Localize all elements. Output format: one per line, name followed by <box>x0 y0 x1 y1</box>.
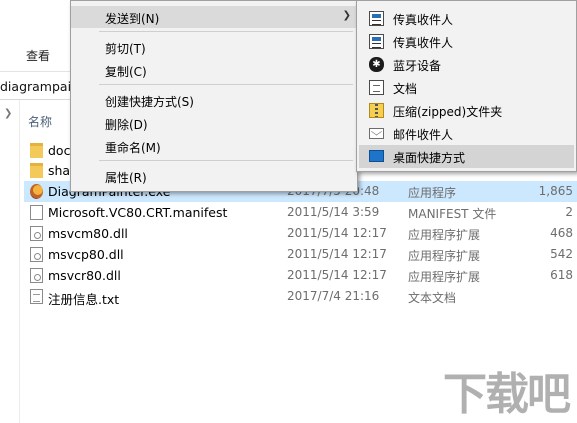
submenu-item-fax-recipient[interactable]: 传真收件人 <box>359 7 574 30</box>
watermark-logo: 下载吧 <box>443 369 571 420</box>
submenu-item-label: 桌面快捷方式 <box>393 151 466 165</box>
file-size: 2 <box>565 205 573 219</box>
file-name: doc <box>48 143 71 158</box>
submenu-item-label: 蓝牙设备 <box>393 59 442 73</box>
submenu-item-label: 传真收件人 <box>393 13 454 27</box>
submenu-item-bluetooth[interactable]: ✱ 蓝牙设备 <box>359 53 574 76</box>
menu-item-send-to[interactable]: 发送到(N) ❯ <box>71 6 357 28</box>
file-date: 2011/5/14 12:17 <box>287 247 387 261</box>
file-name: msvcp80.dll <box>48 247 124 262</box>
file-date: 2011/5/14 12:17 <box>287 226 387 240</box>
file-name: 注册信息.txt <box>48 292 120 307</box>
submenu-item-label: 邮件收件人 <box>393 128 454 142</box>
menu-separator <box>99 160 353 161</box>
mail-icon <box>369 128 384 139</box>
file-date: 2011/5/14 3:59 <box>287 205 380 219</box>
file-name: msvcm80.dll <box>48 226 128 241</box>
menu-item-label: 属性(R) <box>105 171 147 185</box>
file-size: 542 <box>550 247 573 261</box>
file-size: 618 <box>550 268 573 282</box>
txt-icon <box>30 289 43 304</box>
menu-item-label: 复制(C) <box>105 65 147 79</box>
exe-icon <box>30 184 43 199</box>
file-name: msvcr80.dll <box>48 268 121 283</box>
chevron-right-icon: ❯ <box>342 10 351 21</box>
menu-item-label: 剪切(T) <box>105 42 146 56</box>
file-type: 应用程序扩展 <box>408 228 481 242</box>
menu-separator <box>99 84 353 85</box>
desktop-icon <box>369 150 384 162</box>
submenu-item-label: 文档 <box>393 82 418 96</box>
menu-item-rename[interactable]: 重命名(M) <box>71 135 357 157</box>
menu-item-copy[interactable]: 复制(C) <box>71 59 357 81</box>
submenu-item-documents[interactable]: 文档 <box>359 76 574 99</box>
expand-arrow-icon[interactable]: ❯ <box>4 108 12 119</box>
file-size: 1,865 <box>538 184 573 198</box>
menu-item-label: 发送到(N) <box>105 12 160 26</box>
menu-item-label: 创建快捷方式(S) <box>105 95 194 109</box>
list-item[interactable]: msvcp80.dll 2011/5/14 12:17 应用程序扩展 542 <box>24 244 577 265</box>
file-date: 2017/7/4 21:16 <box>287 289 380 303</box>
submenu-item-label: 传真收件人 <box>393 36 454 50</box>
folder-icon <box>30 143 43 158</box>
context-menu: 发送到(N) ❯ 剪切(T) 复制(C) 创建快捷方式(S) 删除(D) 重命名… <box>70 0 358 192</box>
file-name: Microsoft.VC80.CRT.manifest <box>48 205 228 220</box>
send-to-submenu: 传真收件人 传真收件人 ✱ 蓝牙设备 文档 压缩(zipped)文件夹 邮件收件… <box>356 0 577 172</box>
zip-folder-icon <box>369 103 384 118</box>
file-type: 应用程序扩展 <box>408 270 481 284</box>
file-type: 应用程序扩展 <box>408 249 481 263</box>
dll-icon <box>30 247 43 262</box>
file-type: 文本文档 <box>408 291 457 305</box>
list-item[interactable]: msvcr80.dll 2011/5/14 12:17 应用程序扩展 618 <box>24 265 577 286</box>
menu-item-properties[interactable]: 属性(R) <box>71 165 357 187</box>
menu-separator <box>99 31 353 32</box>
fax-icon <box>369 34 384 49</box>
submenu-item-fax-recipient[interactable]: 传真收件人 <box>359 30 574 53</box>
dll-icon <box>30 226 43 241</box>
column-header-name[interactable]: 名称 <box>28 113 52 130</box>
menu-item-label: 删除(D) <box>105 118 148 132</box>
menu-item-cut[interactable]: 剪切(T) <box>71 36 357 58</box>
tab-view[interactable]: 查看 <box>26 47 50 64</box>
menu-item-create-shortcut[interactable]: 创建快捷方式(S) <box>71 89 357 111</box>
submenu-item-mail-recipient[interactable]: 邮件收件人 <box>359 122 574 145</box>
menu-item-delete[interactable]: 删除(D) <box>71 112 357 134</box>
folder-icon <box>30 163 43 178</box>
file-type: MANIFEST 文件 <box>408 207 497 221</box>
submenu-item-zip-folder[interactable]: 压缩(zipped)文件夹 <box>359 99 574 122</box>
fax-icon <box>369 11 384 26</box>
file-type: 应用程序 <box>408 186 457 200</box>
dll-icon <box>30 268 43 283</box>
file-size: 468 <box>550 226 573 240</box>
submenu-item-label: 压缩(zipped)文件夹 <box>393 105 503 119</box>
navigation-pane: ❯ <box>0 100 20 423</box>
menu-item-label: 重命名(M) <box>105 141 161 155</box>
list-item[interactable]: Microsoft.VC80.CRT.manifest 2011/5/14 3:… <box>24 202 577 223</box>
manifest-icon <box>30 205 43 220</box>
list-item[interactable]: 注册信息.txt 2017/7/4 21:16 文本文档 <box>24 286 577 307</box>
document-icon <box>369 80 384 95</box>
file-date: 2011/5/14 12:17 <box>287 268 387 282</box>
bluetooth-icon: ✱ <box>369 57 384 72</box>
submenu-item-desktop-shortcut[interactable]: 桌面快捷方式 <box>359 145 574 168</box>
address-path[interactable]: diagrampai <box>0 79 71 94</box>
list-item[interactable]: msvcm80.dll 2011/5/14 12:17 应用程序扩展 468 <box>24 223 577 244</box>
